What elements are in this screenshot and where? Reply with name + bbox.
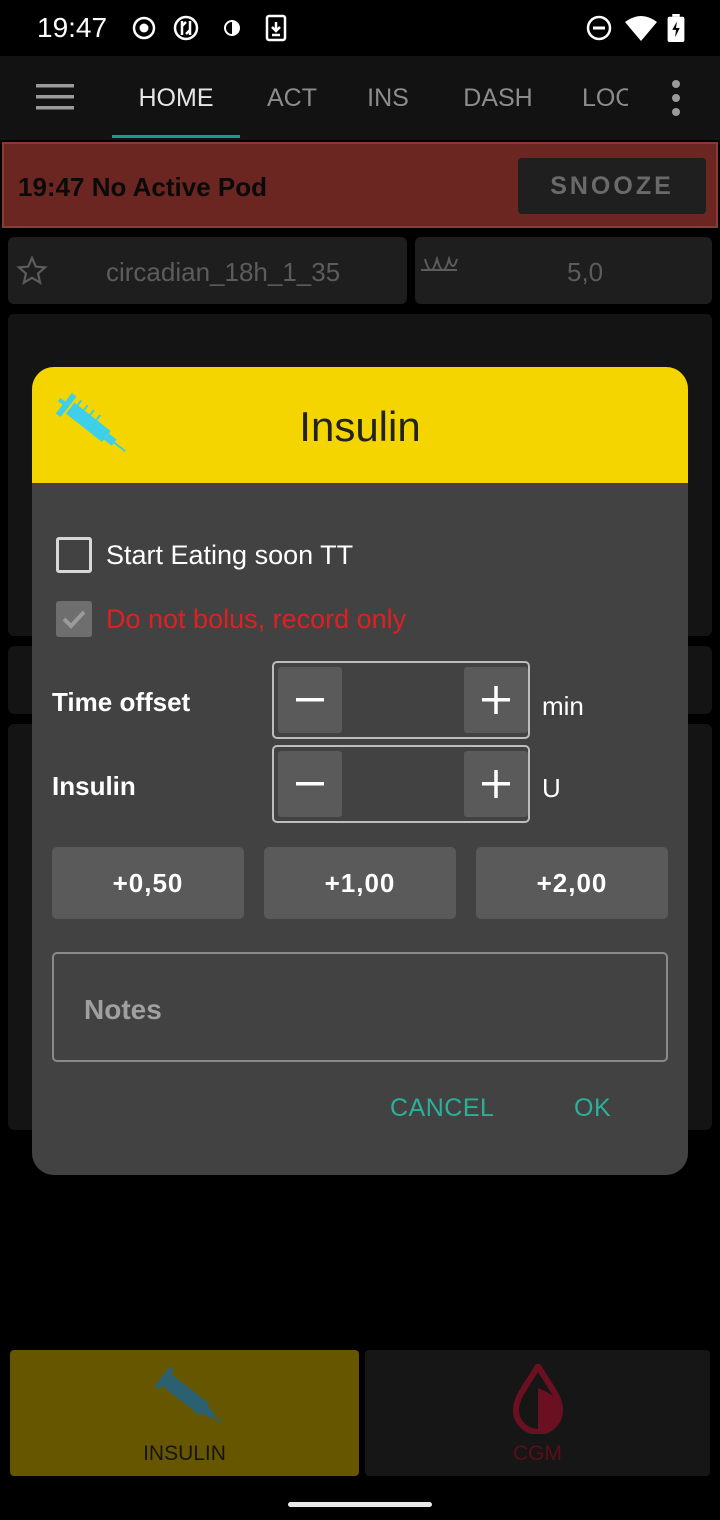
status-bar: 19:47 — [0, 0, 720, 56]
download-icon — [262, 14, 290, 42]
insulin-button[interactable]: INSULIN — [10, 1350, 359, 1476]
cgm-button-label: CGM — [513, 1442, 562, 1465]
ok-button[interactable]: OK — [574, 1094, 611, 1123]
status-time: 19:47 — [37, 12, 108, 43]
blood-drop-icon — [510, 1359, 566, 1435]
insulin-button-label: INSULIN — [143, 1442, 226, 1465]
time-offset-unit: min — [542, 691, 584, 721]
plus-icon — [482, 770, 510, 798]
insulin-decrement-button[interactable] — [278, 751, 342, 817]
tab-dash[interactable]: DASH — [448, 56, 548, 140]
more-options-icon[interactable] — [664, 78, 688, 118]
insulin-stepper — [272, 745, 530, 823]
start-eating-soon-label[interactable]: Start Eating soon TT — [106, 540, 353, 571]
add-1-00-button[interactable]: +1,00 — [264, 847, 456, 919]
record-icon — [130, 14, 158, 42]
dnd-icon — [585, 14, 613, 42]
tab-ins[interactable]: INS — [350, 56, 426, 140]
minus-icon — [296, 782, 324, 786]
tab-strip: HOME ACT INS DASH LOOP — [112, 56, 628, 140]
insulin-amount-input[interactable] — [344, 751, 460, 817]
dialog-header: Insulin — [32, 367, 688, 483]
tab-loop[interactable]: LOOP — [582, 56, 628, 140]
time-offset-stepper — [272, 661, 530, 739]
add-2-00-button[interactable]: +2,00 — [476, 847, 668, 919]
home-indicator[interactable] — [288, 1502, 432, 1507]
minus-icon — [296, 698, 324, 702]
tab-act[interactable]: ACT — [250, 56, 334, 140]
insulin-dialog: Insulin Start Eating soon TT Do not bolu… — [32, 367, 688, 1175]
target-range-icon — [419, 255, 459, 285]
tab-label: HOME — [138, 84, 214, 112]
cancel-button[interactable]: CANCEL — [390, 1094, 494, 1123]
target-card[interactable]: 5,0 — [415, 237, 712, 304]
time-offset-increment-button[interactable] — [464, 667, 528, 733]
record-only-label[interactable]: Do not bolus, record only — [106, 604, 406, 635]
target-value: 5,0 — [567, 257, 604, 287]
profile-name: circadian_18h_1_35 — [106, 257, 341, 287]
insulin-increment-button[interactable] — [464, 751, 528, 817]
contrast-icon — [218, 14, 246, 42]
time-offset-label: Time offset — [52, 687, 191, 717]
tab-label: INS — [367, 84, 409, 112]
alarm-banner: 19:47 No Active Pod SNOOZE — [2, 142, 718, 228]
notes-field — [52, 952, 668, 1062]
notes-input[interactable] — [84, 990, 644, 1030]
record-only-checkbox[interactable] — [56, 601, 92, 637]
tab-label: DASH — [463, 84, 533, 112]
insulin-amount-label: Insulin — [52, 771, 136, 801]
dialog-title: Insulin — [299, 403, 421, 450]
cgm-button[interactable]: CGM — [365, 1350, 710, 1476]
sync-icon — [172, 14, 200, 42]
wifi-icon — [624, 14, 658, 42]
alarm-message: 19:47 No Active Pod — [18, 172, 268, 202]
snooze-button[interactable]: SNOOZE — [518, 158, 706, 214]
menu-icon[interactable] — [36, 82, 76, 112]
add-0-50-button[interactable]: +0,50 — [52, 847, 244, 919]
star-icon — [16, 255, 48, 287]
app-bar: HOME ACT INS DASH LOOP — [0, 56, 720, 140]
check-icon — [59, 604, 89, 634]
plus-icon — [482, 686, 510, 714]
time-offset-input[interactable] — [344, 667, 460, 733]
profile-card[interactable]: circadian_18h_1_35 — [8, 237, 407, 304]
tab-label: ACT — [267, 84, 317, 112]
insulin-unit: U — [542, 773, 561, 803]
tab-label: LOOP — [582, 84, 628, 112]
start-eating-soon-checkbox[interactable] — [56, 537, 92, 573]
battery-charging-icon — [666, 14, 686, 42]
active-tab-indicator — [112, 135, 240, 138]
time-offset-decrement-button[interactable] — [278, 667, 342, 733]
syringe-icon — [148, 1366, 234, 1432]
tab-home[interactable]: HOME — [112, 56, 240, 140]
